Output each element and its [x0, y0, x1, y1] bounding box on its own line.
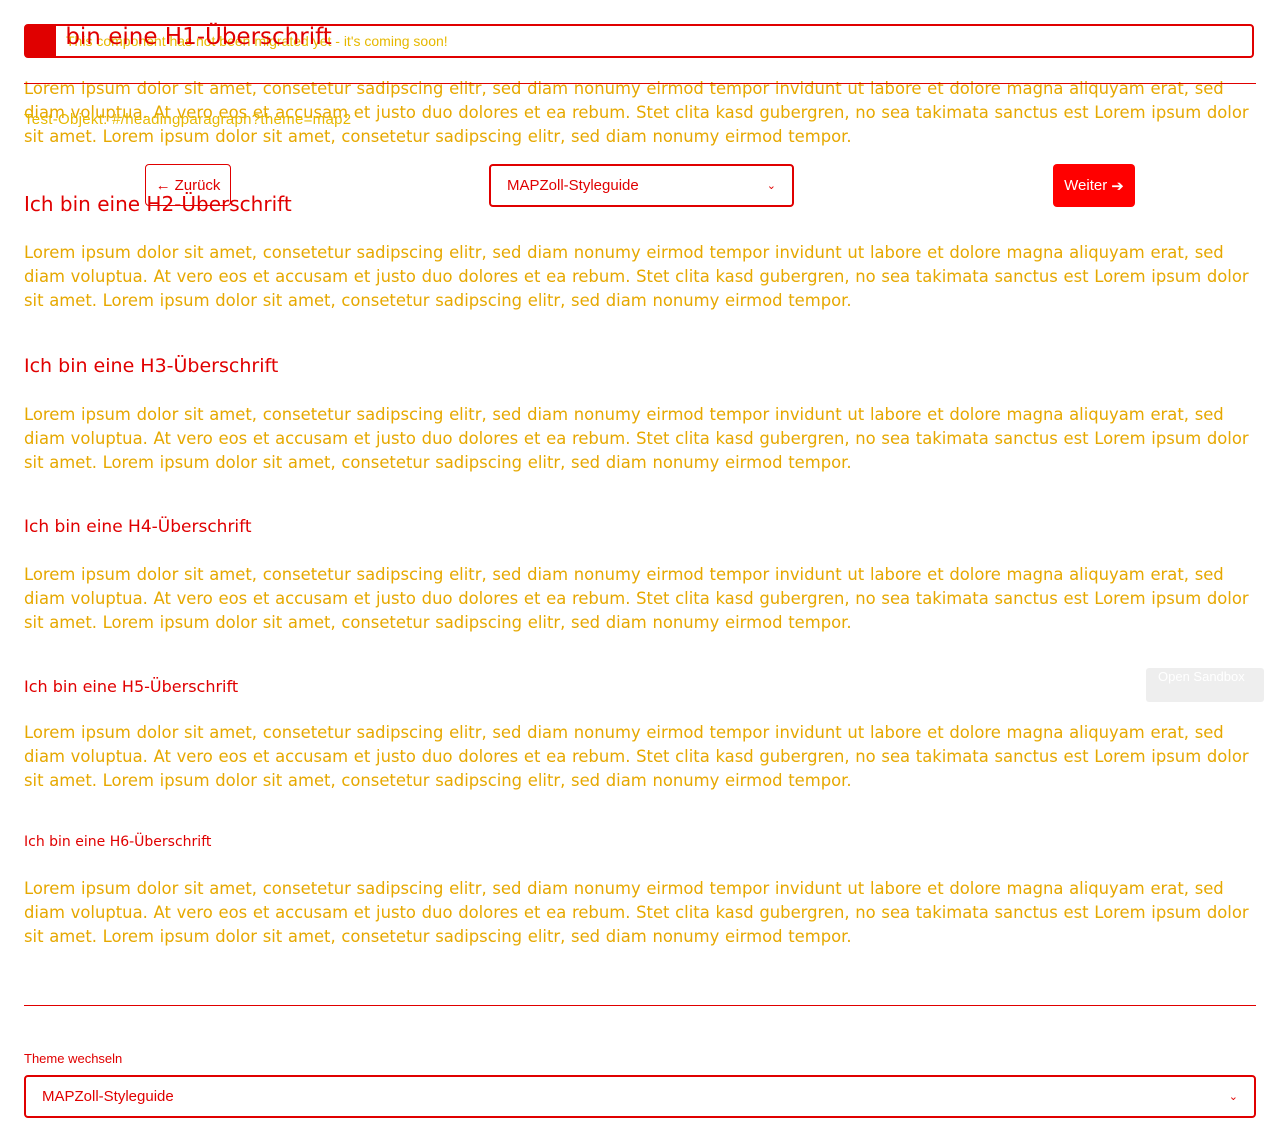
styleguide-select-value: MAPZoll-Styleguide	[507, 177, 639, 194]
paragraph-4: Lorem ipsum dolor sit amet, consetetur s…	[24, 565, 1249, 632]
theme-select-value: MAPZoll-Styleguide	[42, 1088, 174, 1105]
test-object-value: #/headingparagraph?theme=map2	[112, 111, 352, 128]
next-button[interactable]: Weiter ➔	[1053, 164, 1135, 207]
heading-h3: Ich bin eine H3-Überschrift	[24, 355, 279, 377]
next-button-label: Weiter	[1064, 177, 1108, 194]
open-sandbox-button[interactable]: Open Sandbox	[1146, 668, 1264, 702]
test-object-line: Test-Objekt: #/headingparagraph?theme=ma…	[24, 111, 351, 128]
theme-select[interactable]: MAPZoll-Styleguide ⌄	[24, 1075, 1256, 1118]
heading-h1: Ich bin eine H1-Überschrift	[24, 24, 332, 50]
test-object-label: Test-Objekt:	[24, 111, 108, 128]
arrow-right-icon: ➔	[1111, 177, 1124, 195]
heading-h2: Ich bin eine H2-Überschrift	[24, 192, 292, 216]
chevron-down-icon: ⌄	[1228, 1091, 1238, 1103]
paragraph-3: Lorem ipsum dolor sit amet, consetetur s…	[24, 405, 1249, 472]
h1-divider	[24, 83, 1256, 84]
paragraph-2: Lorem ipsum dolor sit amet, consetetur s…	[24, 243, 1249, 310]
paragraph-6: Lorem ipsum dolor sit amet, consetetur s…	[24, 879, 1249, 946]
theme-switch-label: Theme wechseln	[24, 1051, 123, 1066]
chevron-down-icon: ⌄	[766, 180, 776, 192]
styleguide-select[interactable]: MAPZoll-Styleguide ⌄	[489, 164, 794, 207]
heading-h4: Ich bin eine H4-Überschrift	[24, 517, 252, 537]
arrow-left-icon: ←	[155, 176, 171, 194]
heading-h5: Ich bin eine H5-Überschrift	[24, 677, 239, 696]
back-button-label: Zurück	[174, 176, 221, 194]
heading-h6: Ich bin eine H6-Überschrift	[24, 834, 212, 850]
footer-divider	[24, 1005, 1256, 1006]
paragraph-5: Lorem ipsum dolor sit amet, consetetur s…	[24, 723, 1249, 790]
